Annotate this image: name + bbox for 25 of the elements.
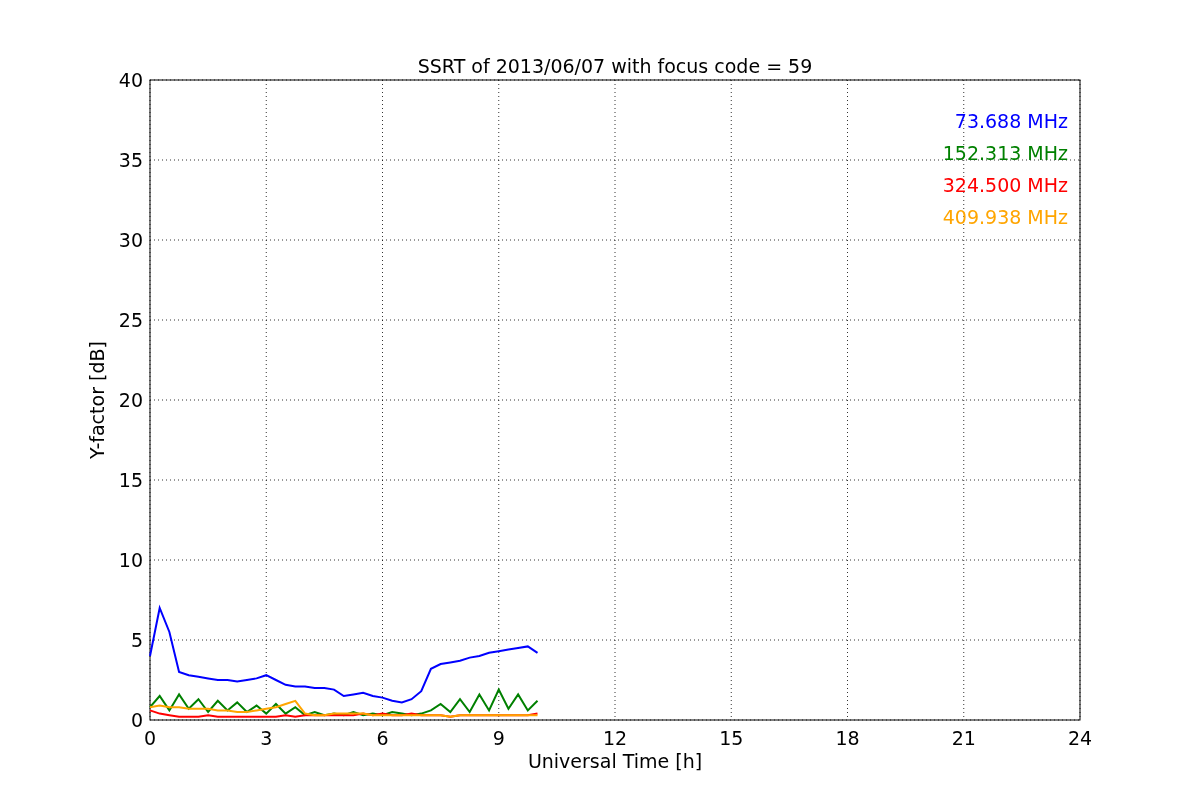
chart-title: SSRT of 2013/06/07 with focus code = 59 [417,55,813,77]
legend-label: 324.500 MHz [942,174,1068,196]
x-tick-label: 18 [835,727,860,749]
y-tick-label: 30 [118,229,143,251]
x-tick-label: 24 [1067,727,1093,749]
x-tick-label: 15 [719,727,744,749]
x-tick-label: 9 [492,727,505,749]
y-tick-label: 15 [118,469,143,491]
y-tick-label: 25 [118,309,143,331]
y-tick-label: 35 [118,149,143,171]
legend-label: 409.938 MHz [942,206,1068,228]
x-tick-label: 0 [143,727,157,749]
x-tick-label: 21 [951,727,976,749]
x-tick-label: 12 [602,727,628,749]
y-tick-label: 40 [118,69,143,91]
y-tick-label: 0 [130,709,143,731]
y-axis-label: Y-factor [dB] [86,341,108,459]
x-tick-label: 6 [376,727,389,749]
legend-label: 73.688 MHz [954,110,1068,132]
y-tick-label: 5 [130,629,143,651]
x-axis-label: Universal Time [h] [527,750,703,772]
y-tick-label: 10 [118,549,143,571]
legend-label: 152.313 MHz [942,142,1068,164]
y-tick-label: 20 [118,389,143,411]
x-tick-label: 3 [260,727,273,749]
